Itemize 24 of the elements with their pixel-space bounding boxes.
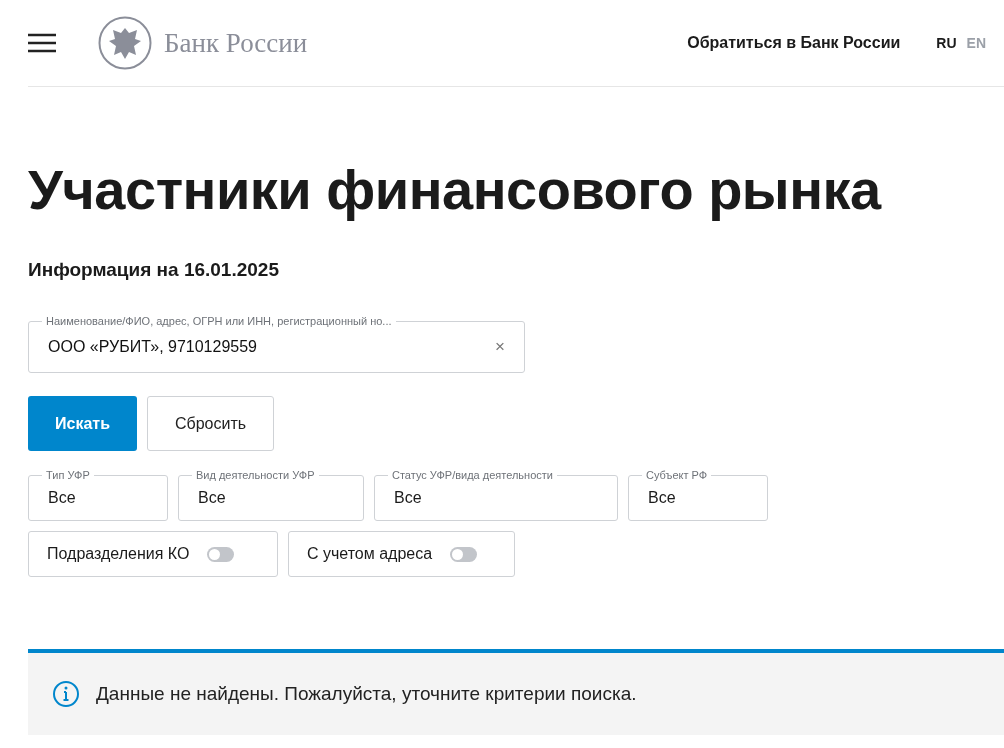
contact-link[interactable]: Обратиться в Банк России xyxy=(687,34,901,52)
language-link[interactable]: RU xyxy=(936,35,957,51)
toggle-label: Подразделения КО xyxy=(47,545,190,563)
toggle-switch[interactable] xyxy=(207,546,235,562)
select-value: Все xyxy=(394,489,422,507)
select-value: Все xyxy=(198,489,226,507)
alert-message: Данные не найдены. Пожалуйста, уточните критерии поиска. xyxy=(96,683,637,705)
field-label: Вид деятельности УФР xyxy=(192,468,319,482)
select-value: Все xyxy=(48,489,76,507)
logo-text: Банк России xyxy=(164,27,308,59)
search-button[interactable]: Искать xyxy=(28,396,137,451)
menu-icon[interactable] xyxy=(28,33,56,53)
reset-button[interactable]: Сбросить xyxy=(147,396,275,451)
select-value: Все xyxy=(648,489,676,507)
info-date: Информация на 16.01.2025 xyxy=(28,259,280,281)
field-label: Тип УФР xyxy=(42,468,94,482)
toggle-label: С учетом адреса xyxy=(307,545,433,563)
clear-button[interactable]: × xyxy=(495,337,505,357)
field-label: Субъект РФ xyxy=(642,468,712,482)
info-icon xyxy=(52,680,80,708)
toggle-switch[interactable] xyxy=(450,546,478,562)
page-title: Участники финансового рынка xyxy=(28,157,883,223)
field-label: Статус УФР/вида деятельности xyxy=(388,468,557,482)
field-label: Наименование/ФИО, адрес, ОГРН или ИНН, регистрационный но... xyxy=(42,314,396,328)
